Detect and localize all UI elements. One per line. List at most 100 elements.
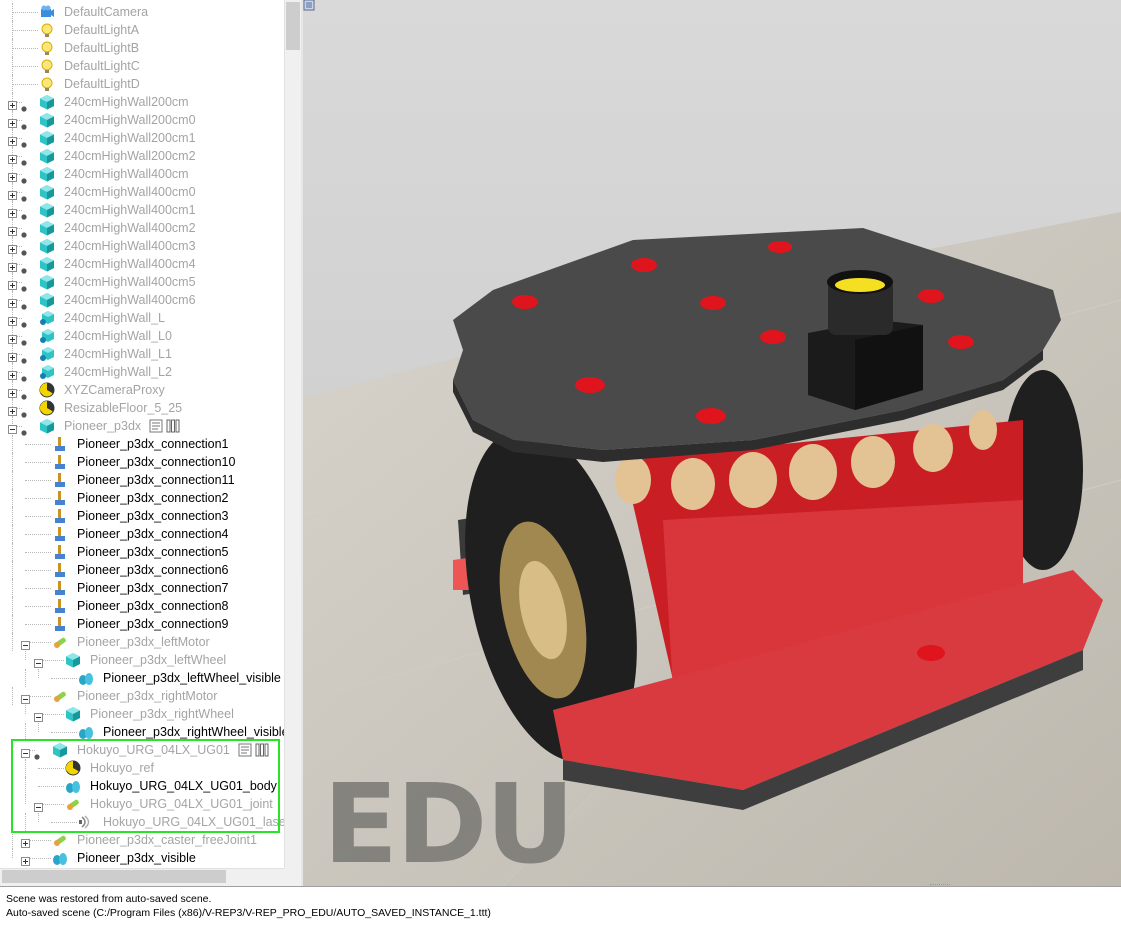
expand-icon[interactable] bbox=[8, 403, 17, 416]
layer-visible-dot-icon[interactable] bbox=[21, 243, 27, 256]
tree-item[interactable]: DefaultCamera bbox=[0, 3, 284, 21]
expand-icon[interactable] bbox=[8, 133, 17, 146]
tree-item-label[interactable]: 240cmHighWall200cm bbox=[64, 94, 189, 110]
tree-item-label[interactable]: DefaultLightC bbox=[64, 58, 140, 74]
tree-item[interactable]: XYZCameraProxy bbox=[0, 381, 284, 400]
tree-item[interactable]: DefaultLightD bbox=[0, 75, 284, 93]
tree-item[interactable]: 240cmHighWall200cm bbox=[0, 93, 284, 112]
layer-visible-dot-icon[interactable] bbox=[21, 171, 27, 184]
tree-item-label[interactable]: DefaultCamera bbox=[64, 4, 148, 20]
hierarchy-vertical-scrollbar[interactable] bbox=[284, 0, 302, 868]
tree-item[interactable]: 240cmHighWall400cm0 bbox=[0, 183, 284, 202]
tree-item[interactable]: DefaultLightC bbox=[0, 57, 284, 75]
tree-item-label[interactable]: Pioneer_p3dx_connection7 bbox=[77, 580, 229, 596]
expand-icon[interactable] bbox=[8, 277, 17, 290]
tree-item[interactable]: 240cmHighWall400cm2 bbox=[0, 219, 284, 238]
tree-item[interactable]: Pioneer_p3dx bbox=[0, 417, 284, 436]
tree-item-label[interactable]: DefaultLightB bbox=[64, 40, 139, 56]
tree-item-label[interactable]: 240cmHighWall400cm bbox=[64, 166, 189, 182]
tree-item[interactable]: Pioneer_p3dx_caster_freeJoint1 bbox=[0, 831, 284, 849]
expand-icon[interactable] bbox=[8, 223, 17, 236]
tree-item[interactable]: DefaultLightB bbox=[0, 39, 284, 57]
tree-item[interactable]: Pioneer_p3dx_visible bbox=[0, 849, 284, 867]
tree-item[interactable]: Pioneer_p3dx_connection6 bbox=[0, 561, 284, 579]
collapse-icon[interactable] bbox=[34, 655, 43, 668]
tree-item[interactable]: 240cmHighWall200cm2 bbox=[0, 147, 284, 166]
expand-icon[interactable] bbox=[8, 169, 17, 182]
expand-icon[interactable] bbox=[8, 187, 17, 200]
tree-item[interactable]: Pioneer_p3dx_leftMotor bbox=[0, 633, 284, 651]
collapse-icon[interactable] bbox=[8, 421, 17, 434]
tree-item-label[interactable]: Pioneer_p3dx_connection3 bbox=[77, 508, 229, 524]
layer-visible-dot-icon[interactable] bbox=[21, 117, 27, 130]
tree-item[interactable]: 240cmHighWall400cm5 bbox=[0, 273, 284, 292]
expand-icon[interactable] bbox=[8, 313, 17, 326]
tree-item[interactable]: 240cmHighWall_L bbox=[0, 309, 284, 328]
tree-item-label[interactable]: Pioneer_p3dx_leftMotor bbox=[77, 634, 210, 650]
layer-visible-dot-icon[interactable] bbox=[21, 297, 27, 310]
layer-visible-dot-icon[interactable] bbox=[21, 207, 27, 220]
layer-visible-dot-icon[interactable] bbox=[21, 225, 27, 238]
params-icon[interactable] bbox=[166, 419, 180, 433]
tree-item-label[interactable]: Pioneer_p3dx bbox=[64, 418, 141, 434]
tree-item-label[interactable]: Pioneer_p3dx_connection9 bbox=[77, 616, 229, 632]
tree-item[interactable]: Pioneer_p3dx_connection10 bbox=[0, 453, 284, 471]
tree-item-label[interactable]: 240cmHighWall200cm0 bbox=[64, 112, 196, 128]
tree-item[interactable]: Pioneer_p3dx_connection4 bbox=[0, 525, 284, 543]
tree-item-label[interactable]: 240cmHighWall400cm3 bbox=[64, 238, 196, 254]
hierarchy-vertical-scroll-thumb[interactable] bbox=[286, 2, 300, 50]
scene-hierarchy-tree[interactable]: DefaultCamera DefaultLightA DefaultLightB D… bbox=[0, 3, 284, 867]
collapse-icon[interactable] bbox=[21, 637, 30, 650]
tree-item[interactable]: 240cmHighWall400cm4 bbox=[0, 255, 284, 274]
expand-icon[interactable] bbox=[8, 331, 17, 344]
scene-hierarchy-panel[interactable]: DefaultCamera DefaultLightA DefaultLightB D… bbox=[0, 0, 284, 868]
tree-item-label[interactable]: 240cmHighWall400cm6 bbox=[64, 292, 196, 308]
layer-visible-dot-icon[interactable] bbox=[21, 351, 27, 364]
tree-item-label[interactable]: 240cmHighWall_L0 bbox=[64, 328, 172, 344]
expand-icon[interactable] bbox=[8, 241, 17, 254]
tree-item-label[interactable]: 240cmHighWall400cm2 bbox=[64, 220, 196, 236]
layer-visible-dot-icon[interactable] bbox=[21, 333, 27, 346]
layer-visible-dot-icon[interactable] bbox=[21, 369, 27, 382]
scene-3d-viewport[interactable]: EDU bbox=[303, 0, 1121, 886]
tree-item[interactable]: Pioneer_p3dx_connection8 bbox=[0, 597, 284, 615]
tree-item-label[interactable]: 240cmHighWall400cm4 bbox=[64, 256, 196, 272]
tree-item-label[interactable]: 240cmHighWall200cm2 bbox=[64, 148, 196, 164]
expand-icon[interactable] bbox=[8, 115, 17, 128]
tree-item[interactable]: 240cmHighWall400cm bbox=[0, 165, 284, 184]
tree-item[interactable]: Pioneer_p3dx_leftWheel bbox=[0, 651, 284, 669]
expand-icon[interactable] bbox=[8, 349, 17, 362]
tree-item[interactable]: Pioneer_p3dx_connection2 bbox=[0, 489, 284, 507]
expand-icon[interactable] bbox=[8, 205, 17, 218]
tree-item[interactable]: Pioneer_p3dx_connection7 bbox=[0, 579, 284, 597]
tree-item-label[interactable]: 240cmHighWall400cm1 bbox=[64, 202, 196, 218]
tree-item-label[interactable]: Pioneer_p3dx_connection8 bbox=[77, 598, 229, 614]
tree-item-label[interactable]: 240cmHighWall400cm5 bbox=[64, 274, 196, 290]
tree-item-label[interactable]: Pioneer_p3dx_connection2 bbox=[77, 490, 229, 506]
tree-item[interactable]: Pioneer_p3dx_rightWheel bbox=[0, 705, 284, 723]
tree-item[interactable]: 240cmHighWall200cm0 bbox=[0, 111, 284, 130]
tree-item[interactable]: 240cmHighWall400cm3 bbox=[0, 237, 284, 256]
tree-item-label[interactable]: Pioneer_p3dx_connection4 bbox=[77, 526, 229, 542]
expand-icon[interactable] bbox=[8, 97, 17, 110]
tree-item[interactable]: Pioneer_p3dx_leftWheel_visible bbox=[0, 669, 284, 687]
tree-item-label[interactable]: Pioneer_p3dx_caster_freeJoint1 bbox=[77, 832, 257, 848]
tree-item-label[interactable]: Pioneer_p3dx_rightMotor bbox=[77, 688, 217, 704]
tree-item[interactable]: 240cmHighWall400cm1 bbox=[0, 201, 284, 220]
tree-item[interactable]: 240cmHighWall_L2 bbox=[0, 363, 284, 382]
tree-item[interactable]: 240cmHighWall400cm6 bbox=[0, 291, 284, 310]
tree-item-label[interactable]: 240cmHighWall200cm1 bbox=[64, 130, 196, 146]
tree-item-label[interactable]: Pioneer_p3dx_connection6 bbox=[77, 562, 229, 578]
expand-icon[interactable] bbox=[8, 367, 17, 380]
tree-item-label[interactable]: Pioneer_p3dx_leftWheel bbox=[90, 652, 226, 668]
layer-visible-dot-icon[interactable] bbox=[21, 279, 27, 292]
tree-item-label[interactable]: 240cmHighWall_L bbox=[64, 310, 165, 326]
tree-item[interactable]: Pioneer_p3dx_connection11 bbox=[0, 471, 284, 489]
tree-item-label[interactable]: Pioneer_p3dx_connection1 bbox=[77, 436, 229, 452]
layer-visible-dot-icon[interactable] bbox=[21, 423, 27, 436]
expand-icon[interactable] bbox=[21, 853, 30, 866]
tree-item[interactable]: ResizableFloor_5_25 bbox=[0, 399, 284, 418]
expand-icon[interactable] bbox=[21, 835, 30, 848]
collapse-icon[interactable] bbox=[34, 709, 43, 722]
expand-icon[interactable] bbox=[8, 295, 17, 308]
